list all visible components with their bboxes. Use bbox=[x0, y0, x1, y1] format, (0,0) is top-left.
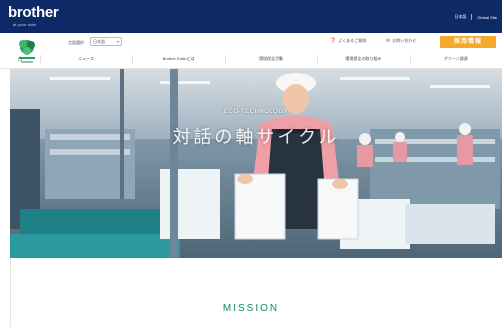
nav-item-initiatives[interactable]: 環境保全の取り組み bbox=[317, 53, 409, 65]
global-link-japanese[interactable]: 日本語 bbox=[454, 14, 466, 20]
global-link-global-site[interactable]: Global Site bbox=[477, 15, 497, 20]
faq-label: よくあるご質問 bbox=[338, 38, 367, 43]
global-nav: ⌂ ニュース Brother Earthとは 環境保全活動 環境保全の取り組み … bbox=[0, 50, 502, 68]
chevron-down-icon: ▾ bbox=[116, 39, 119, 44]
hero-banner: ECO-TECHNOLOGY 対話の軸サイクル bbox=[10, 69, 502, 258]
language-select-value: 日本語 bbox=[93, 39, 105, 44]
recruit-button[interactable]: 採用情報 bbox=[440, 36, 496, 48]
hero-title: 対話の軸サイクル bbox=[172, 127, 340, 147]
contact-label: お問い合わせ bbox=[392, 38, 417, 43]
nav-item-green-procurement[interactable]: グリーン調達 bbox=[409, 53, 502, 65]
nav-item-news[interactable]: ニュース bbox=[40, 53, 132, 65]
mission-heading: MISSION bbox=[222, 303, 280, 314]
hero-photo bbox=[10, 69, 502, 258]
brother-logo[interactable]: brother bbox=[8, 4, 59, 21]
language-label: 言語選択 bbox=[68, 40, 84, 45]
divider bbox=[10, 258, 11, 327]
question-icon: ❓ bbox=[330, 38, 337, 44]
language-select[interactable]: 日本語 ▾ bbox=[90, 37, 122, 46]
brand-bar: brother at your side 日本語 Global Site bbox=[0, 0, 502, 33]
nav-item-activities[interactable]: 環境保全活動 bbox=[224, 53, 317, 65]
hero-kicker: ECO-TECHNOLOGY bbox=[223, 109, 288, 115]
brand-tagline: at your side bbox=[13, 22, 37, 27]
contact-link[interactable]: ✉ お問い合わせ bbox=[386, 38, 416, 44]
mail-icon: ✉ bbox=[386, 38, 391, 44]
home-icon[interactable]: ⌂ bbox=[0, 53, 40, 65]
global-links: 日本語 Global Site bbox=[454, 14, 497, 20]
faq-link[interactable]: ❓ よくあるご質問 bbox=[330, 38, 366, 44]
nav-item-about[interactable]: Brother Earthとは bbox=[132, 53, 224, 65]
divider bbox=[471, 14, 473, 20]
